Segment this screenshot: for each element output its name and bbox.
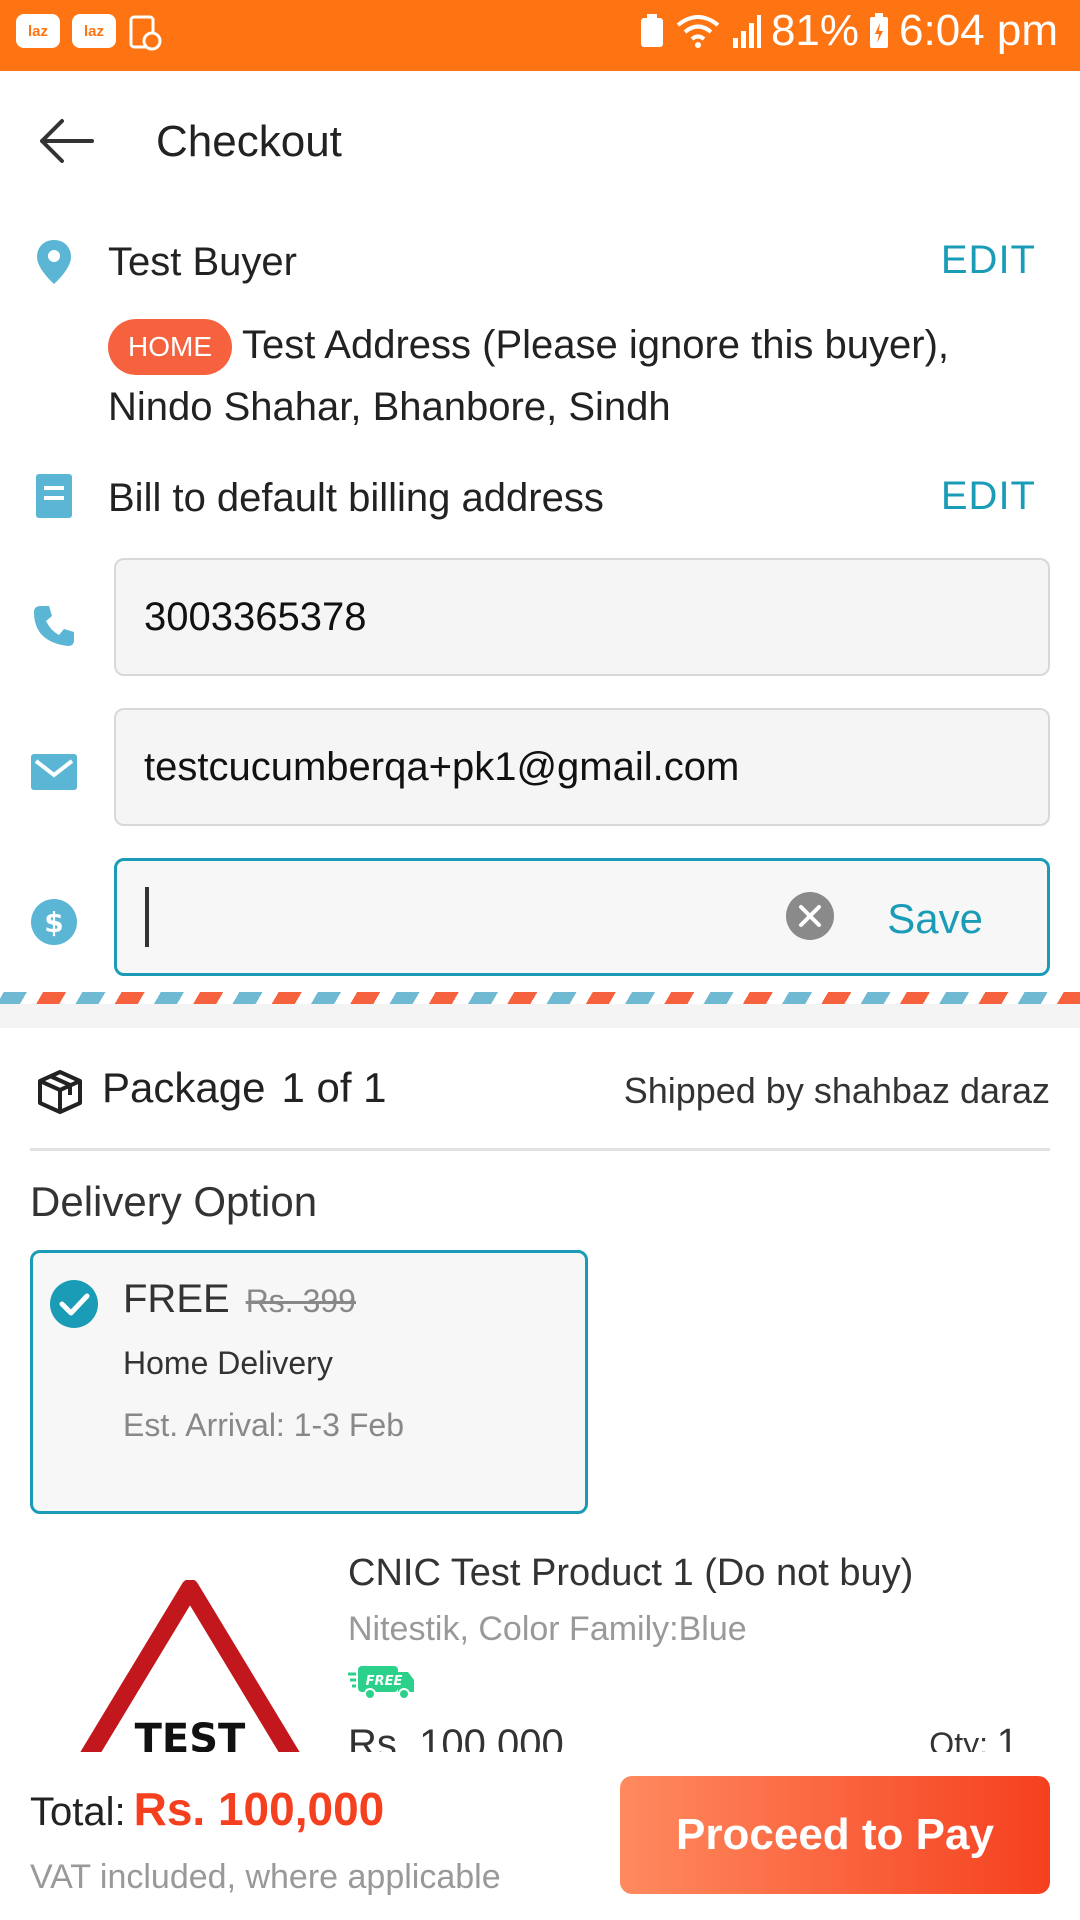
address-text: Test Address (Please ignore this buyer),… bbox=[108, 323, 950, 429]
shipping-address-section: Test Buyer EDIT HOME Test Address (Please… bbox=[0, 226, 1080, 429]
home-address-badge: HOME bbox=[108, 319, 232, 376]
total-value: Rs. 100,000 bbox=[133, 1783, 385, 1835]
package-label: Package bbox=[102, 1064, 266, 1111]
check-circle-icon bbox=[49, 1279, 99, 1329]
package-count: 1 of 1 bbox=[281, 1064, 387, 1111]
notification-icons: laz laz bbox=[16, 14, 162, 52]
email-icon bbox=[28, 746, 80, 798]
system-status: 81% 6:04 pm bbox=[639, 6, 1058, 56]
svg-text:TEST: TEST bbox=[135, 1716, 246, 1752]
delivery-price: FREE Rs. 399 bbox=[123, 1277, 356, 1322]
divider bbox=[30, 1148, 1050, 1151]
billing-address-text: Bill to default billing address bbox=[108, 476, 604, 520]
shipped-by-text: Shipped by shahbaz daraz bbox=[623, 1070, 1050, 1111]
buyer-name: Test Buyer bbox=[108, 240, 297, 284]
billing-section: Bill to default billing address EDIT bbox=[0, 468, 1080, 538]
proceed-to-pay-button[interactable]: Proceed to Pay bbox=[620, 1776, 1050, 1894]
checkout-footer: Total: Rs. 100,000 VAT included, where ap… bbox=[0, 1752, 1080, 1920]
document-icon bbox=[28, 470, 80, 522]
lazada-notification-icon: laz bbox=[16, 14, 60, 48]
lazada-notification-icon: laz bbox=[72, 14, 116, 48]
order-total: Total: Rs. 100,000 bbox=[30, 1782, 384, 1836]
vat-note: VAT included, where applicable bbox=[30, 1858, 501, 1896]
battery-saver-icon bbox=[639, 13, 665, 49]
package-header: Package 1 of 1 Shipped by shahbaz daraz bbox=[0, 1040, 1080, 1150]
delivery-type: Home Delivery bbox=[123, 1345, 333, 1381]
email-field[interactable]: testcucumberqa+pk1@gmail.com bbox=[114, 708, 1050, 826]
page-title: Checkout bbox=[156, 117, 342, 166]
package-box-icon bbox=[34, 1066, 86, 1118]
tax-id-input[interactable]: Save bbox=[114, 858, 1050, 976]
battery-charging-icon bbox=[869, 13, 889, 49]
svg-text:FREE: FREE bbox=[366, 1674, 403, 1689]
free-shipping-truck-icon: FREE bbox=[348, 1662, 416, 1700]
email-value: testcucumberqa+pk1@gmail.com bbox=[144, 744, 740, 789]
clear-input-icon[interactable] bbox=[785, 891, 835, 941]
product-name[interactable]: CNIC Test Product 1 (Do not buy) bbox=[348, 1552, 913, 1595]
package-title: Package 1 of 1 bbox=[102, 1064, 387, 1112]
address-divider bbox=[0, 992, 1080, 1004]
svg-text:$: $ bbox=[44, 906, 63, 939]
section-gap bbox=[0, 1004, 1080, 1028]
status-bar: laz laz 81% 6:04 pm bbox=[0, 0, 1080, 71]
product-variant: Nitestik, Color Family:Blue bbox=[348, 1610, 747, 1648]
app-header: Checkout bbox=[0, 71, 1080, 211]
estimated-arrival: Est. Arrival: 1-3 Feb bbox=[123, 1407, 404, 1443]
dollar-icon: $ bbox=[28, 896, 80, 948]
wifi-icon bbox=[675, 13, 721, 49]
signal-icon bbox=[731, 14, 761, 48]
back-arrow-icon bbox=[40, 119, 94, 163]
save-button[interactable]: Save bbox=[887, 895, 983, 943]
edit-billing-address-link[interactable]: EDIT bbox=[941, 474, 1036, 519]
text-cursor bbox=[145, 887, 149, 947]
phone-icon bbox=[28, 600, 80, 652]
shipping-address: HOME Test Address (Please ignore this buy… bbox=[108, 314, 1038, 438]
original-delivery-price: Rs. 399 bbox=[245, 1283, 356, 1319]
edit-shipping-address-link[interactable]: EDIT bbox=[941, 238, 1036, 283]
delivery-option-label: Delivery Option bbox=[30, 1178, 318, 1225]
phone-field[interactable]: 3003365378 bbox=[114, 558, 1050, 676]
battery-percent: 81% bbox=[770, 6, 860, 55]
total-label: Total: bbox=[30, 1790, 126, 1834]
back-button[interactable] bbox=[36, 111, 108, 171]
location-pin-icon bbox=[28, 236, 80, 288]
product-image[interactable]: TEST bbox=[70, 1580, 310, 1752]
phone-value: 3003365378 bbox=[144, 594, 367, 639]
clock: 6:04 pm bbox=[899, 6, 1058, 55]
delivery-option-card[interactable]: FREE Rs. 399 Home Delivery Est. Arrival: … bbox=[30, 1250, 588, 1514]
delivery-free-label: FREE bbox=[123, 1277, 230, 1321]
screenshot-notification-icon bbox=[128, 14, 162, 52]
